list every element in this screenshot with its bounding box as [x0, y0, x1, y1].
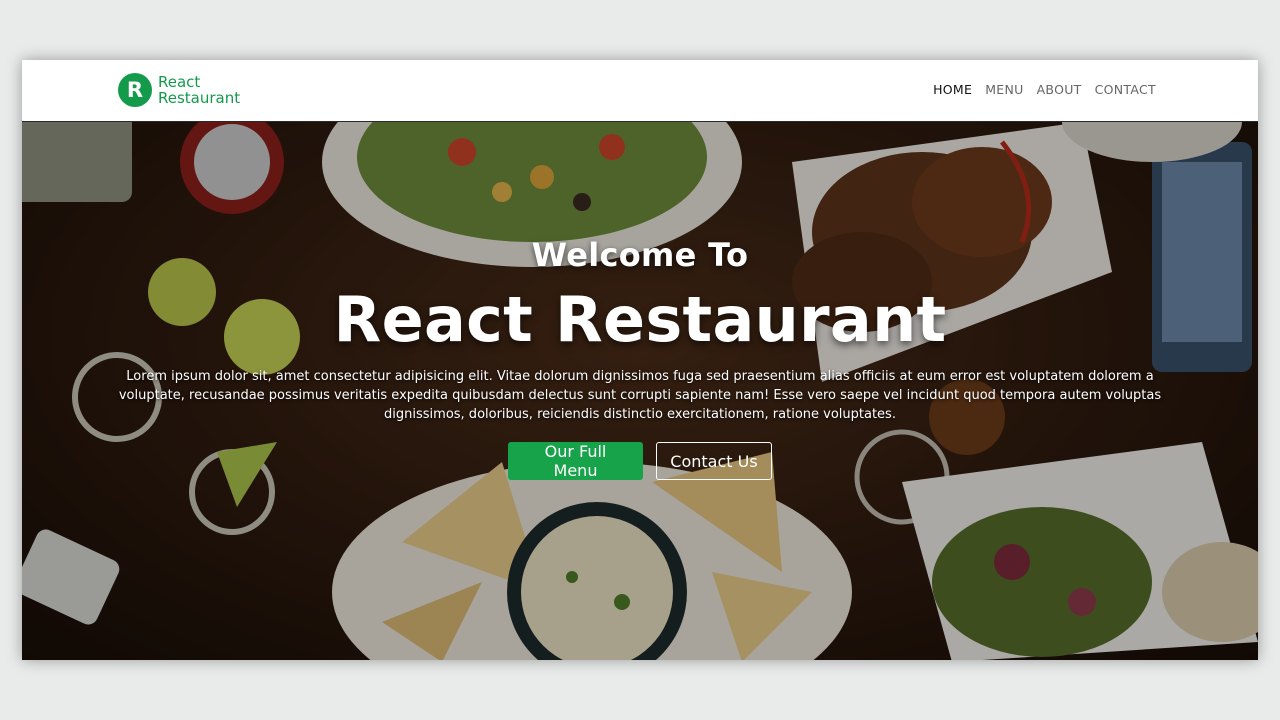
our-full-menu-button[interactable]: Our Full Menu [508, 442, 643, 480]
navbar: R React Restaurant HOME MENU ABOUT CONTA… [22, 60, 1258, 122]
nav-contact-link[interactable]: CONTACT [1095, 82, 1156, 97]
browser-page: R React Restaurant HOME MENU ABOUT CONTA… [22, 60, 1258, 660]
hero-section: Welcome To React Restaurant Lorem ipsum … [22, 122, 1258, 660]
brand-logo-link[interactable]: R React Restaurant [118, 73, 240, 107]
nav-home-link[interactable]: HOME [933, 82, 972, 97]
hero-title: React Restaurant [333, 283, 947, 356]
nav-links: HOME MENU ABOUT CONTACT [933, 82, 1156, 97]
contact-us-button[interactable]: Contact Us [656, 442, 772, 480]
brand-name-line2: Restaurant [158, 89, 241, 107]
hero-buttons: Our Full Menu Contact Us [22, 442, 1258, 480]
nav-about-link[interactable]: ABOUT [1037, 82, 1082, 97]
nav-menu-link[interactable]: MENU [985, 82, 1023, 97]
hero-description: Lorem ipsum dolor sit, amet consectetur … [118, 369, 1162, 422]
brand-name-line1: React [158, 73, 201, 91]
restaurant-logo-icon: R [118, 73, 152, 107]
hero-subtitle: Welcome To [531, 236, 749, 274]
brand-name: React Restaurant [158, 74, 240, 106]
